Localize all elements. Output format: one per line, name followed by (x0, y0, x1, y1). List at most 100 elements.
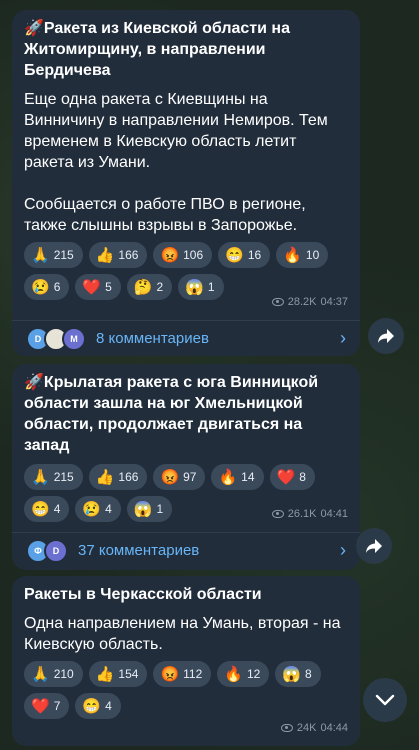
reaction-count: 12 (246, 667, 261, 681)
reaction-chip[interactable]: 🙏 215 (24, 242, 83, 268)
comments-count: 8 комментариев (96, 330, 209, 347)
reaction-chip[interactable]: 👍 166 (88, 464, 148, 490)
reaction-chip[interactable]: 😢 4 (75, 496, 121, 522)
reaction-emoji: 🔥 (283, 246, 302, 264)
reaction-emoji: 😁 (31, 500, 50, 518)
reaction-chip[interactable]: 😡 106 (153, 242, 213, 268)
reaction-count: 10 (305, 248, 320, 262)
reaction-emoji: 😡 (160, 246, 180, 264)
reaction-chip[interactable]: 😁 4 (75, 693, 121, 719)
chevron-right-icon: › (340, 540, 346, 560)
share-arrow-icon (378, 329, 394, 343)
message-meta: 28.2K 04:37 (271, 296, 348, 308)
reaction-emoji: 👍 (95, 468, 115, 486)
scroll-down-button[interactable] (363, 678, 407, 722)
views-count: 26.1K (287, 508, 317, 520)
reaction-count: 4 (105, 699, 112, 713)
reaction-count: 210 (53, 667, 74, 681)
message-body: Еще одна ракета с Киевщины на Винничину … (24, 91, 328, 234)
share-arrow-icon (366, 539, 382, 553)
reaction-count: 106 (183, 248, 204, 262)
reaction-chip[interactable]: 🤔 2 (126, 274, 173, 300)
reaction-chip[interactable]: ❤️ 7 (24, 693, 70, 719)
reaction-chip[interactable]: 😢 6 (24, 274, 70, 300)
reaction-emoji: ❤️ (276, 468, 296, 486)
reaction-count: 215 (53, 470, 74, 484)
chevron-right-icon: › (340, 328, 346, 348)
reaction-count: 2 (156, 280, 164, 294)
reaction-emoji: 🔥 (224, 665, 243, 683)
message-body: Одна направлением на Умань, вторая - на … (24, 615, 345, 653)
reaction-count: 97 (183, 470, 197, 484)
reaction-count: 8 (305, 667, 312, 681)
reaction-emoji: 🙏 (31, 246, 50, 264)
reaction-emoji: 😱 (185, 278, 204, 296)
reaction-count: 4 (105, 502, 112, 516)
reaction-chip[interactable]: ❤️ 8 (269, 464, 315, 490)
reaction-count: 6 (53, 280, 61, 294)
reaction-count: 8 (299, 470, 306, 484)
reaction-count: 4 (53, 502, 61, 516)
views-count: 28.2K (287, 296, 317, 308)
comments-count: 37 комментариев (78, 542, 200, 559)
reaction-emoji: 😱 (133, 500, 153, 518)
reaction-count: 14 (241, 470, 255, 484)
reaction-chip[interactable]: 😁 4 (24, 496, 70, 522)
reaction-count: 7 (53, 699, 61, 713)
reaction-emoji: 😢 (31, 278, 50, 296)
reaction-chip[interactable]: 👍 154 (88, 661, 148, 687)
reaction-count: 215 (53, 248, 74, 262)
reaction-chip[interactable]: 🔥 12 (217, 661, 270, 687)
message-time: 04:41 (320, 508, 348, 520)
reaction-chip[interactable]: 🙏 215 (24, 464, 83, 490)
commenter-avatars: Ф D (26, 538, 68, 563)
reaction-chip[interactable]: 😱 8 (275, 661, 321, 687)
reaction-chip[interactable]: 🔥 10 (276, 242, 329, 268)
message-title: Ракеты в Черкасской области (24, 586, 262, 603)
message-time: 04:44 (320, 722, 348, 734)
reaction-count: 166 (118, 248, 139, 262)
reaction-chip[interactable]: 😱 1 (178, 274, 224, 300)
avatar: D (44, 538, 68, 563)
reaction-count: 1 (207, 280, 215, 294)
chevron-down-icon (375, 694, 395, 706)
message-post-2[interactable]: 🚀Крылатая ракета с юга Винницкой области… (12, 364, 360, 570)
comments-button[interactable]: D M 8 комментариев › (12, 320, 360, 356)
reaction-emoji: 🙏 (31, 665, 50, 683)
share-button[interactable] (368, 318, 404, 354)
reaction-chip[interactable]: 😡 112 (153, 661, 212, 687)
reaction-count: 112 (183, 667, 203, 681)
comments-button[interactable]: Ф D 37 комментариев › (12, 532, 360, 568)
reaction-emoji: 😢 (82, 500, 102, 518)
message-post-1[interactable]: 🚀Ракета из Киевской области на Житомирщи… (12, 10, 360, 356)
reaction-chip[interactable]: 😁 16 (218, 242, 271, 268)
share-button[interactable] (356, 528, 392, 564)
reaction-chip[interactable]: 😱 1 (126, 496, 173, 522)
reaction-emoji: 🤔 (133, 278, 153, 296)
reactions-bar: 🙏 210 👍 154 😡 112 🔥 12 😱 8 ❤️ 7 😁 4 (24, 661, 354, 719)
reaction-chip[interactable]: 😡 97 (153, 464, 206, 490)
reaction-emoji: 🙏 (31, 468, 50, 486)
reaction-chip[interactable]: ❤️ 5 (75, 274, 121, 300)
reaction-emoji: 😡 (160, 665, 180, 683)
reaction-chip[interactable]: 🙏 210 (24, 661, 83, 687)
views-count: 24K (296, 722, 317, 734)
message-meta: 24K 04:44 (280, 722, 348, 734)
reaction-emoji: 👍 (95, 246, 115, 264)
message-time: 04:37 (320, 296, 348, 308)
views-icon (271, 298, 284, 306)
reaction-chip[interactable]: 🔥 14 (211, 464, 264, 490)
message-title: 🚀Ракета из Киевской области на Житомирщи… (24, 20, 290, 79)
reaction-count: 16 (247, 248, 262, 262)
reaction-emoji: ❤️ (82, 278, 102, 296)
reaction-emoji: 😡 (160, 468, 180, 486)
reaction-count: 1 (156, 502, 164, 516)
reaction-chip[interactable]: 👍 166 (88, 242, 148, 268)
reaction-emoji: 😱 (282, 665, 301, 683)
reaction-emoji: ❤️ (31, 697, 50, 715)
reaction-count: 5 (105, 280, 112, 294)
message-post-3[interactable]: Ракеты в Черкасской области Одна направл… (12, 576, 360, 746)
reaction-count: 154 (118, 667, 139, 681)
reaction-emoji: 😁 (82, 697, 102, 715)
avatar: M (62, 326, 86, 351)
